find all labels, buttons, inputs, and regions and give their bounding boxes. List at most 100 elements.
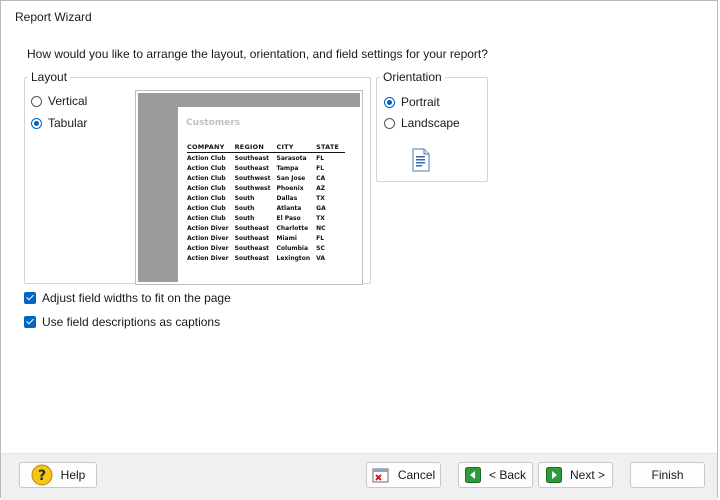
preview-cell: TX xyxy=(316,214,325,222)
svg-text:?: ? xyxy=(38,468,46,484)
preview-cell: Southeast xyxy=(234,154,270,162)
preview-row: Action Club Southeast Sarasota FL xyxy=(187,153,345,164)
preview-cell: FL xyxy=(316,154,325,162)
button-bar: ? Help Cancel < Back Next > Finish xyxy=(1,453,717,500)
adjust-widths-label: Adjust field widths to fit on the page xyxy=(42,291,231,305)
wizard-question: How would you like to arrange the layout… xyxy=(27,47,488,61)
preview-cell: FL xyxy=(316,234,325,242)
preview-row: Action Club Southeast Tampa FL xyxy=(187,163,345,173)
preview-column-header: COMPANY xyxy=(187,143,235,153)
preview-cell: Tampa xyxy=(276,164,299,172)
preview-table: COMPANY REGION CITY STATE Action Club Southe… xyxy=(187,143,346,264)
preview-row: Action Diver Southeast Lexington VA xyxy=(187,253,345,263)
preview-cell: South xyxy=(234,214,255,222)
preview-cell: NC xyxy=(316,224,326,232)
cancel-button[interactable]: Cancel xyxy=(366,462,441,488)
preview-column-header: REGION xyxy=(234,143,277,153)
preview-cell: Miami xyxy=(276,234,297,242)
layout-vertical-radio[interactable]: Vertical xyxy=(31,94,87,108)
use-descriptions-checkbox[interactable] xyxy=(24,316,36,328)
preview-column-header: STATE xyxy=(316,143,346,153)
orientation-landscape-radio[interactable]: Landscape xyxy=(384,116,460,130)
cancel-icon xyxy=(372,467,390,483)
orientation-legend: Orientation xyxy=(383,70,442,84)
preview-cell: GA xyxy=(316,204,326,212)
adjust-widths-checkbox[interactable] xyxy=(24,292,36,304)
preview-cell: Action Club xyxy=(187,164,226,172)
next-button[interactable]: Next > xyxy=(538,462,613,488)
finish-button[interactable]: Finish xyxy=(630,462,705,488)
report-wizard-window: Report Wizard How would you like to arra… xyxy=(0,0,718,500)
preview-cell: FL xyxy=(316,164,325,172)
preview-cell: CA xyxy=(316,174,326,182)
preview-cell: El Paso xyxy=(276,214,301,222)
preview-cell: Action Diver xyxy=(187,244,229,252)
adjust-widths-checkbox-row[interactable]: Adjust field widths to fit on the page xyxy=(24,291,231,305)
preview-row: Action Club South Dallas TX xyxy=(187,193,345,203)
preview-row: Action Club South Atlanta GA xyxy=(187,203,345,213)
preview-cell: Action Club xyxy=(187,184,226,192)
preview-cell: Lexington xyxy=(276,254,311,262)
next-button-label: Next > xyxy=(569,468,605,482)
preview-background: Customers COMPANY REGION CITY STATE Action … xyxy=(138,93,360,282)
layout-legend: Layout xyxy=(31,70,68,84)
orientation-group: Orientation Portrait Landscape xyxy=(376,70,488,182)
preview-cell: Action Club xyxy=(187,194,226,202)
portrait-page-icon xyxy=(412,148,430,172)
preview-cell: Action Diver xyxy=(187,234,229,242)
use-descriptions-checkbox-row[interactable]: Use field descriptions as captions xyxy=(24,315,220,329)
layout-preview: Customers COMPANY REGION CITY STATE Action … xyxy=(135,90,363,285)
help-button-label: Help xyxy=(60,468,86,482)
help-icon: ? xyxy=(31,464,53,486)
arrow-right-icon xyxy=(545,467,562,483)
back-button-label: < Back xyxy=(488,468,527,482)
layout-group: Layout Vertical Tabular Customers COMPAN… xyxy=(24,70,371,285)
preview-cell: Sarasota xyxy=(276,154,307,162)
preview-cell: Action Club xyxy=(187,154,226,162)
preview-cell: Southeast xyxy=(234,254,270,262)
layout-vertical-label: Vertical xyxy=(48,94,88,108)
preview-cell: South xyxy=(234,204,255,212)
preview-cell: TX xyxy=(316,194,325,202)
preview-title: Customers xyxy=(186,118,241,128)
preview-cell: Columbia xyxy=(276,244,309,252)
preview-cell: Southeast xyxy=(234,164,270,172)
preview-row: Action Club South El Paso TX xyxy=(187,213,345,223)
preview-body: Action Club Southeast Sarasota FL Action Clu… xyxy=(187,153,345,264)
preview-cell: Southwest xyxy=(234,184,271,192)
preview-cell: SC xyxy=(316,244,325,252)
orientation-portrait-radio[interactable]: Portrait xyxy=(384,95,440,109)
cancel-button-label: Cancel xyxy=(397,468,436,482)
back-button[interactable]: < Back xyxy=(458,462,533,488)
preview-cell: Southeast xyxy=(234,224,270,232)
preview-row: Action Diver Southeast Columbia SC xyxy=(187,243,345,253)
use-descriptions-label: Use field descriptions as captions xyxy=(42,315,221,329)
preview-column-header: CITY xyxy=(276,143,317,153)
preview-cell: San Jose xyxy=(276,174,306,182)
radio-indicator[interactable] xyxy=(384,117,395,129)
orientation-landscape-label: Landscape xyxy=(401,116,460,130)
window-title: Report Wizard xyxy=(15,10,92,24)
preview-cell: Southwest xyxy=(234,174,271,182)
title-bar: Report Wizard xyxy=(1,1,717,33)
preview-cell: Action Club xyxy=(187,174,226,182)
preview-row: Action Diver Southeast Charlotte NC xyxy=(187,223,345,233)
radio-indicator[interactable] xyxy=(31,95,42,107)
layout-tabular-label: Tabular xyxy=(48,116,88,130)
arrow-left-icon xyxy=(464,467,481,483)
help-button[interactable]: ? Help xyxy=(19,462,97,488)
radio-indicator-selected[interactable] xyxy=(31,117,42,129)
preview-cell: AZ xyxy=(316,184,326,192)
preview-cell: Dallas xyxy=(276,194,298,202)
preview-cell: Southeast xyxy=(234,244,270,252)
layout-tabular-radio[interactable]: Tabular xyxy=(31,116,87,130)
preview-row: Action Diver Southeast Miami FL xyxy=(187,233,345,243)
preview-cell: Southeast xyxy=(234,234,270,242)
preview-cell: Phoenix xyxy=(276,184,304,192)
preview-row: Action Club Southwest San Jose CA xyxy=(187,173,345,183)
preview-cell: Charlotte xyxy=(276,224,309,232)
radio-indicator-selected[interactable] xyxy=(384,96,395,108)
preview-cell: Action Diver xyxy=(187,254,229,262)
preview-page: Customers COMPANY REGION CITY STATE Action … xyxy=(178,107,360,282)
preview-cell: Action Club xyxy=(187,204,226,212)
